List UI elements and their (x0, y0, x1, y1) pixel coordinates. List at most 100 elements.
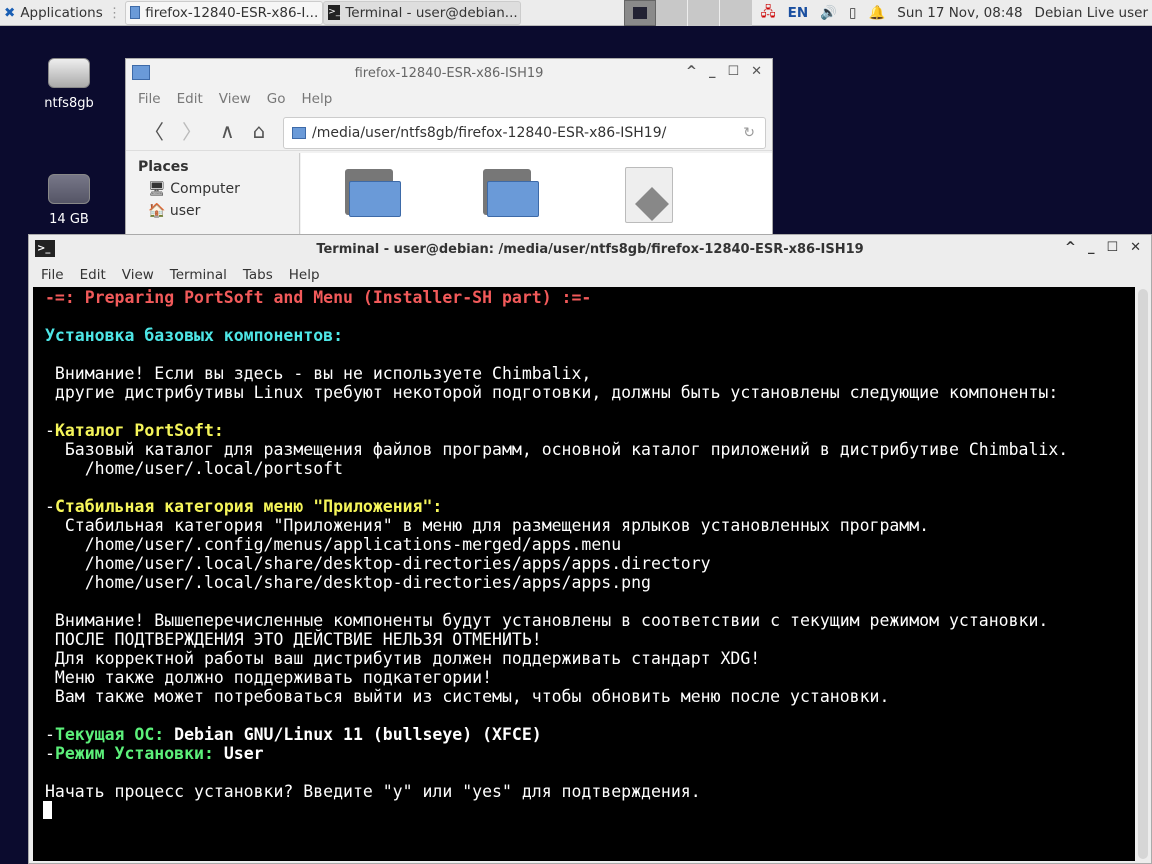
keyboard-layout[interactable]: EN (788, 5, 809, 21)
menu-file[interactable]: File (41, 267, 64, 283)
places-sidebar: Places 🖥 Computer 🏠 user (126, 153, 300, 247)
menu-tabs[interactable]: Tabs (243, 267, 273, 283)
folder-item[interactable] (345, 169, 401, 219)
back-button[interactable]: 〈 (144, 116, 164, 145)
minimize-button[interactable]: _ (709, 64, 716, 79)
menu-go[interactable]: Go (267, 91, 286, 107)
desktop-icon-14gb[interactable]: 14 GB (34, 174, 104, 227)
prompt-line[interactable] (43, 801, 1135, 820)
drive-icon (48, 174, 90, 204)
place-computer[interactable]: 🖥 Computer (138, 181, 287, 197)
menu-help[interactable]: Help (302, 91, 333, 107)
menu-help[interactable]: Help (289, 267, 320, 283)
terminal-line: Установка базовых компонентов: (45, 326, 1135, 345)
menu-view[interactable]: View (122, 267, 154, 283)
terminal-text: Внимание! Если вы здесь - вы не использу… (45, 364, 592, 383)
desktop-icon-ntfs8gb[interactable]: ntfs8gb (34, 58, 104, 111)
location-bar[interactable]: /media/user/ntfs8gb/firefox-12840-ESR-x8… (283, 117, 766, 149)
notification-bell-icon[interactable]: 🔔 (868, 5, 885, 21)
drive-icon (48, 58, 90, 88)
workspace-switcher[interactable] (624, 0, 752, 26)
taskbar-item-terminal[interactable]: >_ Terminal - user@debian... (323, 0, 522, 25)
home-button[interactable]: ⌂ (253, 119, 266, 143)
terminal-line: /home/user/.local/share/desktop-director… (45, 573, 1135, 592)
applications-menu[interactable]: ✖ Applications ⋮ (0, 1, 125, 25)
terminal-line: Базовый каталог для размещения файлов пр… (45, 440, 1135, 459)
terminal-text: User (223, 744, 264, 763)
menu-edit[interactable]: Edit (80, 267, 106, 283)
close-button[interactable]: ✕ (1130, 240, 1141, 255)
terminal-line: Начать процесс установки? Введите "y" ил… (45, 782, 1135, 801)
terminal-text: - (45, 744, 55, 763)
clock[interactable]: Sun 17 Nov, 08:48 (897, 5, 1022, 21)
terminal-line: -Стабильная категория меню "Приложения": (45, 497, 1135, 516)
file-item[interactable] (625, 167, 673, 223)
volume-icon[interactable]: 🔊 (820, 5, 837, 21)
terminal-line: -Текущая ОС: Debian GNU/Linux 11 (bullse… (45, 725, 1135, 744)
terminal-line: /home/user/.local/portsoft (45, 459, 1135, 478)
terminal-text: - (45, 421, 55, 440)
minimize-button[interactable]: _ (1088, 240, 1095, 255)
terminal-line: другие дистрибутивы Linux требуют некото… (45, 383, 1135, 402)
terminal-output[interactable]: -=: Preparing PortSoft and Menu (Install… (33, 287, 1135, 861)
terminal-line: Для корректной работы ваш дистрибутив до… (45, 649, 1135, 668)
shade-button[interactable]: ^ (1065, 240, 1076, 255)
user-menu[interactable]: Debian Live user (1035, 5, 1148, 21)
close-button[interactable]: ✕ (751, 64, 762, 79)
terminal-text: Для корректной работы ваш дистрибутив до… (45, 649, 761, 668)
workspace-2[interactable] (656, 0, 688, 26)
terminal-text: Вам также может потребоваться выйти из с… (45, 687, 890, 706)
place-user[interactable]: 🏠 user (138, 203, 287, 219)
terminal-window: >_ Terminal - user@debian: /media/user/nt… (28, 234, 1152, 864)
terminal-line: /home/user/.config/menus/applications-me… (45, 535, 1135, 554)
title-bar[interactable]: firefox-12840-ESR-x86-ISH19 ^ _ ☐ ✕ (126, 59, 772, 87)
terminal-text: - (45, 497, 55, 516)
scrollbar[interactable] (1138, 289, 1148, 859)
terminal-text: Debian GNU/Linux 11 (bullseye) (XFCE) (174, 725, 542, 744)
taskbar-item-file-manager[interactable]: firefox-12840-ESR-x86-I... (125, 0, 324, 25)
folder-item[interactable] (483, 169, 539, 219)
workspace-4[interactable] (720, 0, 752, 26)
terminal-line: -Каталог PortSoft: (45, 421, 1135, 440)
network-disconnected-icon[interactable]: 🖧 (761, 2, 776, 25)
menu-edit[interactable]: Edit (177, 91, 203, 107)
maximize-button[interactable]: ☐ (727, 64, 739, 79)
terminal-text: Каталог PortSoft: (54, 421, 224, 440)
terminal-line: ПОСЛЕ ПОДТВЕРЖДЕНИЯ ЭТО ДЕЙСТВИЕ НЕЛЬЗЯ … (45, 630, 1135, 649)
folder-icon (292, 127, 306, 139)
battery-icon[interactable]: ▯ (849, 5, 856, 21)
terminal-text: /home/user/.local/share/desktop-director… (45, 573, 651, 592)
menu-file[interactable]: File (138, 91, 161, 107)
workspace-3[interactable] (688, 0, 720, 26)
terminal-text: другие дистрибутивы Linux требуют некото… (45, 383, 1059, 402)
up-button[interactable]: ∧ (220, 119, 235, 143)
terminal-text: /home/user/.config/menus/applications-me… (45, 535, 622, 554)
terminal-text: Стабильная категория меню "Приложения": (54, 497, 443, 516)
xfce-logo-icon: ✖ (4, 4, 16, 21)
menu-terminal[interactable]: Terminal (170, 267, 227, 283)
reload-icon[interactable]: ↻ (743, 125, 755, 141)
workspace-1[interactable] (624, 0, 656, 26)
terminal-line: /home/user/.local/share/desktop-director… (45, 554, 1135, 573)
terminal-text: Меню также должно поддерживать подкатего… (45, 668, 493, 687)
terminal-text: Начать процесс установки? Введите "y" ил… (45, 782, 701, 801)
terminal-text: /home/user/.local/share/desktop-director… (45, 554, 711, 573)
terminal-icon: >_ (328, 5, 341, 20)
forward-button[interactable]: 〉 (182, 116, 202, 145)
file-manager-window: firefox-12840-ESR-x86-ISH19 ^ _ ☐ ✕ File Edi… (125, 58, 773, 248)
terminal-text: Стабильная категория "Приложения" в меню… (45, 516, 930, 535)
terminal-line: Стабильная категория "Приложения" в меню… (45, 516, 1135, 535)
shade-button[interactable]: ^ (686, 64, 697, 79)
menu-view[interactable]: View (219, 91, 251, 107)
terminal-text: ПОСЛЕ ПОДТВЕРЖДЕНИЯ ЭТО ДЕЙСТВИЕ НЕЛЬЗЯ … (45, 630, 542, 649)
terminal-text: Текущая ОС: (54, 725, 175, 744)
terminal-line: Вам также может потребоваться выйти из с… (45, 687, 1135, 706)
maximize-button[interactable]: ☐ (1106, 240, 1118, 255)
title-bar[interactable]: >_ Terminal - user@debian: /media/user/nt… (29, 235, 1151, 263)
